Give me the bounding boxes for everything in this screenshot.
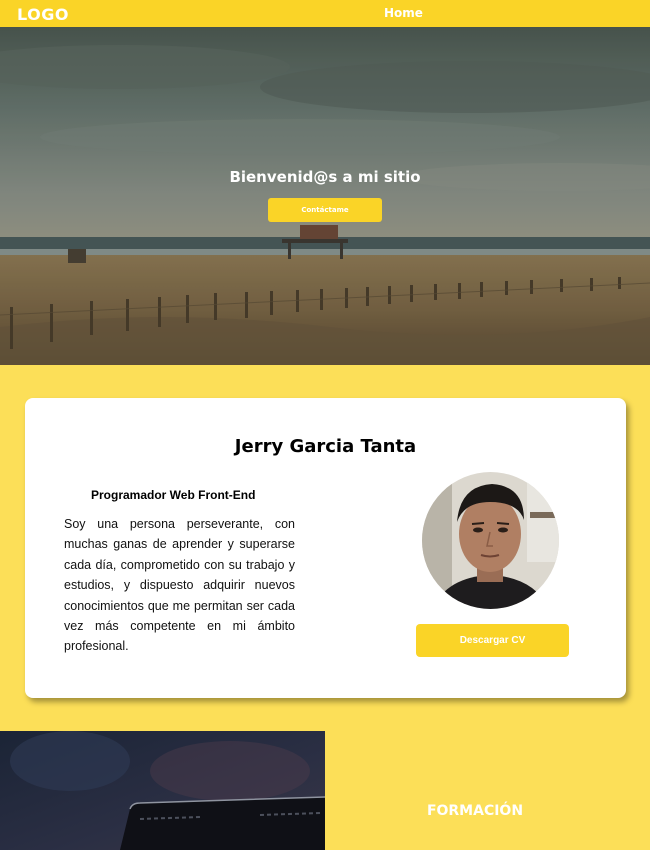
- nav-home-link[interactable]: Home: [384, 6, 423, 20]
- hero-beach-image: [0, 27, 650, 365]
- profile-avatar: [422, 472, 559, 609]
- avatar-photo: [422, 472, 559, 609]
- profile-card: Jerry Garcia Tanta Programador Web Front…: [25, 398, 626, 698]
- hero-title: Bienvenid@s a mi sitio: [229, 168, 421, 186]
- profile-name: Jerry Garcia Tanta: [234, 436, 417, 457]
- contact-button[interactable]: Contáctame: [268, 198, 382, 222]
- site-logo[interactable]: LOGO: [17, 5, 69, 24]
- laptop-photo: [0, 731, 325, 850]
- top-navbar: LOGO Home: [0, 0, 650, 27]
- download-cv-button[interactable]: Descargar CV: [416, 624, 569, 657]
- formacion-image: [0, 731, 325, 850]
- profile-bio: Soy una persona perseverante, con muchas…: [64, 517, 295, 654]
- profile-role: Programador Web Front-End: [91, 488, 256, 502]
- hero-banner: Bienvenid@s a mi sitio Contáctame: [0, 27, 650, 365]
- formacion-heading: FORMACIÓN: [426, 803, 524, 819]
